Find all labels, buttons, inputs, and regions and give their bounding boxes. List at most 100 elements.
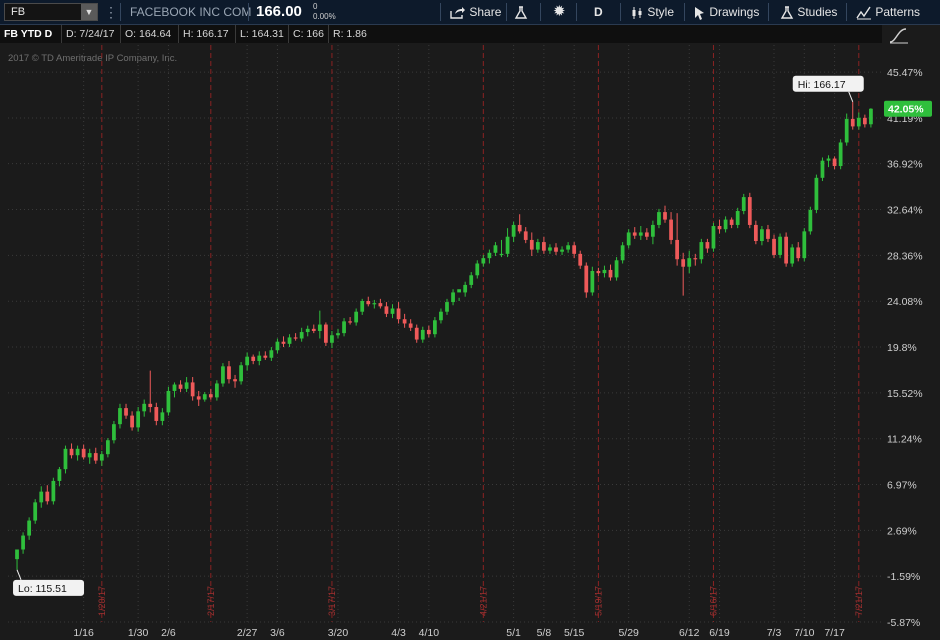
candle-body [45,491,50,502]
drawings-label: Drawings [709,5,760,19]
candle-body [632,232,637,236]
candle-body [517,224,522,232]
candle-body [723,219,728,230]
y-tick-label: -5.87% [887,617,920,629]
company-name: FACEBOOK INC COM [130,5,252,19]
event-marker-label: 3/17/17 [327,586,337,616]
candle-body [578,253,583,266]
symbol-menu-icon[interactable]: ⋮ [104,3,118,21]
symbol-dropdown-icon[interactable]: ▼ [81,4,97,20]
curve-tool-icon [889,28,908,44]
candle-body [287,337,292,344]
x-tick-label: 5/15 [564,627,585,639]
candle-body [202,394,207,400]
candle-body [378,303,383,307]
flask-icon [780,6,794,19]
candle-body [463,284,468,293]
price-axis-settings[interactable] [884,25,940,45]
candle-body [753,224,758,242]
candle-body [124,408,128,416]
candle-body [814,177,819,210]
candle-body [172,384,177,391]
candle-body [354,311,359,323]
candle-body [148,403,153,408]
x-tick-label: 4/10 [419,627,440,639]
candle-body [214,383,219,398]
candle-body [529,239,534,250]
info-high: H: 166.17 [179,25,236,43]
candle-body [693,258,698,260]
candle-body [75,448,80,456]
candle-body [651,224,655,237]
candle-body [87,453,92,458]
pct-change: 0.00% [313,12,336,21]
toolbar-divider [120,3,121,21]
candle-body [772,238,776,255]
candle-body [505,236,510,254]
x-tick-label: 5/1 [506,627,521,639]
symbol-input[interactable]: FB ▼ [4,3,98,21]
lab-button[interactable] [514,3,528,21]
current-pct-badge [884,100,932,117]
candle-body [336,333,340,336]
timeframe-button[interactable]: D [594,3,603,21]
candle-body [475,263,480,276]
patterns-button[interactable]: Patterns [856,3,920,21]
candle-body [178,384,183,389]
candle-body [160,412,165,421]
candle-body [227,366,231,380]
candle-body [663,212,667,220]
x-tick-label: 1/30 [128,627,149,639]
patterns-label: Patterns [875,5,921,19]
candle-body [796,247,801,259]
settings-button[interactable]: ✹ [553,3,566,21]
candle-body [239,365,243,382]
candle-body [21,535,25,550]
candle-body [69,448,74,456]
candle-body [778,236,782,255]
style-label: Style [647,5,675,19]
top-toolbar: FB ▼ ⋮ FACEBOOK INC COM 166.00 0 0.00% S… [0,0,940,25]
y-tick-label: 32.64% [887,205,923,217]
net-change: 0 [313,2,318,11]
current-pct-label: 42.05% [888,104,924,116]
candle-body [620,245,625,261]
candle-body [99,454,104,461]
candle-body [675,239,680,260]
candle-body [844,118,849,143]
candle-body [705,242,710,249]
candle-body [735,211,740,225]
candle-body [535,242,540,250]
candle-body [57,469,62,481]
candle-body [681,259,686,267]
x-tick-label: 5/29 [618,627,639,639]
candle-body [669,219,673,240]
candle-body [499,253,504,256]
y-tick-label: 24.08% [887,296,923,308]
event-marker-label: 1/20/17 [97,586,107,616]
drawings-button[interactable]: Drawings [694,3,759,21]
candle-body [154,407,159,421]
y-tick-label: 15.52% [887,388,923,400]
candle-body [741,197,746,212]
candle-body [808,209,813,232]
candle-body [638,232,643,236]
studies-button[interactable]: Studies [780,3,837,21]
candle-body [433,320,437,335]
candle-body [360,300,365,312]
event-marker-label: 5/19/17 [593,586,603,616]
candle-body [584,265,589,293]
price-chart[interactable]: 1/20/17 2/17/17 3/17/17 4/21/17 5/19/17 6/16/… [0,0,940,640]
x-tick-label: 3/20 [328,627,349,639]
candle-body [420,329,425,340]
candle-body [414,327,419,340]
low-label: Lo: 115.51 [18,583,67,595]
candle-body [190,382,195,397]
candle-body [93,453,98,461]
candle-body [384,306,389,314]
candle-body [554,247,558,252]
y-tick-label: 41.19% [887,113,923,125]
candle-body [451,292,455,303]
share-button[interactable]: Share [450,3,501,21]
style-button[interactable]: Style [630,3,674,21]
